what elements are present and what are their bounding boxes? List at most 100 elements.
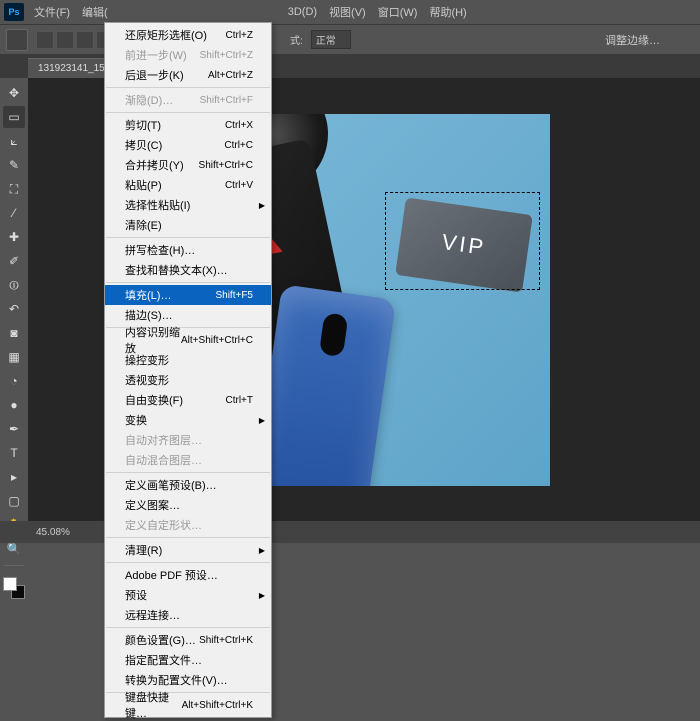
menu-item-shortcut: Shift+Ctrl+K	[199, 635, 253, 646]
menu-item[interactable]: 颜色设置(G)…Shift+Ctrl+K	[105, 630, 271, 650]
menu-item-label: 透视变形	[125, 372, 169, 388]
tool-separator	[4, 565, 24, 566]
selection-mode-buttons	[36, 31, 114, 49]
brush-tool[interactable]: ✐	[3, 250, 25, 272]
menu-item-shortcut: Alt+Shift+Ctrl+C	[181, 335, 253, 346]
menu-item[interactable]: 自由变换(F) Ctrl+T	[105, 390, 271, 410]
menu-item[interactable]: 剪切(T) Ctrl+X	[105, 115, 271, 135]
menu-item-shortcut: Ctrl+X	[225, 120, 253, 131]
menu-separator	[106, 472, 270, 473]
menu-item-label: 剪切(T)	[125, 117, 161, 133]
marquee-tool-icon[interactable]	[6, 29, 28, 51]
adjust-edges-button[interactable]: 调整边缘…	[605, 32, 660, 48]
type-tool[interactable]: T	[3, 442, 25, 464]
menu-item-label: 前进一步(W)	[125, 47, 187, 63]
menu-edit[interactable]: 编辑(	[76, 0, 114, 24]
menu-item[interactable]: 操控变形	[105, 350, 271, 370]
menu-item-shortcut: Alt+Shift+Ctrl+K	[182, 700, 253, 711]
menu-item[interactable]: 清理(R)	[105, 540, 271, 560]
menu-item[interactable]: 合并拷贝(Y)Shift+Ctrl+C	[105, 155, 271, 175]
menu-item[interactable]: 选择性粘贴(I)	[105, 195, 271, 215]
menu-file[interactable]: 文件(F)	[28, 0, 76, 24]
menu-item-label: 后退一步(K)	[125, 67, 184, 83]
menu-help[interactable]: 帮助(H)	[423, 0, 472, 24]
pen-tool[interactable]: ✒	[3, 418, 25, 440]
menu-item[interactable]: 透视变形	[105, 370, 271, 390]
menu-item[interactable]: 还原矩形选框(O)Ctrl+Z	[105, 25, 271, 45]
menu-item-label: 变换	[125, 412, 147, 428]
selection-new-button[interactable]	[36, 31, 54, 49]
color-swatches[interactable]	[3, 577, 25, 599]
menu-item[interactable]: 预设	[105, 585, 271, 605]
menu-item: 自动混合图层…	[105, 450, 271, 470]
menu-item[interactable]: 变换	[105, 410, 271, 430]
canvas-object-phone-camera	[318, 312, 348, 357]
menubar: Ps 文件(F) 编辑( 3D(D) 视图(V) 窗口(W) 帮助(H)	[0, 0, 700, 24]
menu-item[interactable]: 填充(L)…Shift+F5	[105, 285, 271, 305]
selection-add-button[interactable]	[56, 31, 74, 49]
eyedropper-tool[interactable]: ⁄	[3, 202, 25, 224]
menu-view[interactable]: 视图(V)	[323, 0, 372, 24]
menu-item-label: 查找和替换文本(X)…	[125, 262, 228, 278]
eraser-tool[interactable]: ◙	[3, 322, 25, 344]
menu-separator	[106, 562, 270, 563]
menu-item-label: 定义图案…	[125, 497, 180, 513]
menu-separator	[106, 112, 270, 113]
menu-item-label: 合并拷贝(Y)	[125, 157, 184, 173]
blur-tool[interactable]: ◔	[3, 370, 25, 392]
menu-item[interactable]: Adobe PDF 预设…	[105, 565, 271, 585]
dodge-tool[interactable]: ●	[3, 394, 25, 416]
menu-item[interactable]: 描边(S)…	[105, 305, 271, 325]
selection-subtract-button[interactable]	[76, 31, 94, 49]
menu-item[interactable]: 定义图案…	[105, 495, 271, 515]
menu-item[interactable]: 转换为配置文件(V)…	[105, 670, 271, 690]
menu-item: 自动对齐图层…	[105, 430, 271, 450]
selection-marquee[interactable]	[385, 192, 540, 290]
menu-item-shortcut: Alt+Ctrl+Z	[208, 70, 253, 81]
menu-item-label: 定义自定形状…	[125, 517, 202, 533]
quick-select-tool[interactable]: ✎	[3, 154, 25, 176]
foreground-color-swatch[interactable]	[3, 577, 17, 591]
healing-brush-tool[interactable]: ✚	[3, 226, 25, 248]
clone-stamp-tool[interactable]: ⏼	[3, 274, 25, 296]
menu-item[interactable]: 清除(E)	[105, 215, 271, 235]
history-brush-tool[interactable]: ↶	[3, 298, 25, 320]
path-select-tool[interactable]: ▸	[3, 466, 25, 488]
menu-3d[interactable]: 3D(D)	[282, 2, 323, 22]
menu-item-label: 拷贝(C)	[125, 137, 162, 153]
menu-item[interactable]: 定义画笔预设(B)…	[105, 475, 271, 495]
menu-item[interactable]: 键盘快捷键…Alt+Shift+Ctrl+K	[105, 695, 271, 715]
zoom-level[interactable]: 45.08%	[28, 527, 78, 538]
gradient-tool[interactable]: ▦	[3, 346, 25, 368]
menu-separator	[106, 627, 270, 628]
menu-item[interactable]: 远程连接…	[105, 605, 271, 625]
menu-item-label: 自动对齐图层…	[125, 432, 202, 448]
crop-tool[interactable]: ⛶	[3, 178, 25, 200]
menu-separator	[106, 87, 270, 88]
menu-item[interactable]: 内容识别缩放Alt+Shift+Ctrl+C	[105, 330, 271, 350]
menu-item-label: 自由变换(F)	[125, 392, 183, 408]
menu-item[interactable]: 查找和替换文本(X)…	[105, 260, 271, 280]
menu-item-label: 描边(S)…	[125, 307, 173, 323]
menu-item-shortcut: Ctrl+T	[226, 395, 254, 406]
menu-item-label: 远程连接…	[125, 607, 180, 623]
move-tool[interactable]: ✥	[3, 82, 25, 104]
menu-separator	[106, 282, 270, 283]
menu-item-label: 颜色设置(G)…	[125, 632, 196, 648]
menu-item-shortcut: Shift+F5	[215, 290, 253, 301]
menu-item[interactable]: 粘贴(P)Ctrl+V	[105, 175, 271, 195]
menu-item[interactable]: 后退一步(K) Alt+Ctrl+Z	[105, 65, 271, 85]
menu-window[interactable]: 窗口(W)	[372, 0, 424, 24]
lasso-tool[interactable]: ⟀	[3, 130, 25, 152]
marquee-tool[interactable]: ▭	[3, 106, 25, 128]
mode-select[interactable]: 正常	[311, 30, 351, 49]
menu-separator	[106, 237, 270, 238]
menu-item[interactable]: 指定配置文件…	[105, 650, 271, 670]
menu-item-label: 操控变形	[125, 352, 169, 368]
menu-item-shortcut: Shift+Ctrl+F	[200, 95, 253, 106]
menu-item-label: Adobe PDF 预设…	[125, 567, 218, 583]
menu-item[interactable]: 拼写检查(H)…	[105, 240, 271, 260]
rectangle-tool[interactable]: ▢	[3, 490, 25, 512]
menu-item[interactable]: 拷贝(C)Ctrl+C	[105, 135, 271, 155]
menu-item-label: 粘贴(P)	[125, 177, 162, 193]
